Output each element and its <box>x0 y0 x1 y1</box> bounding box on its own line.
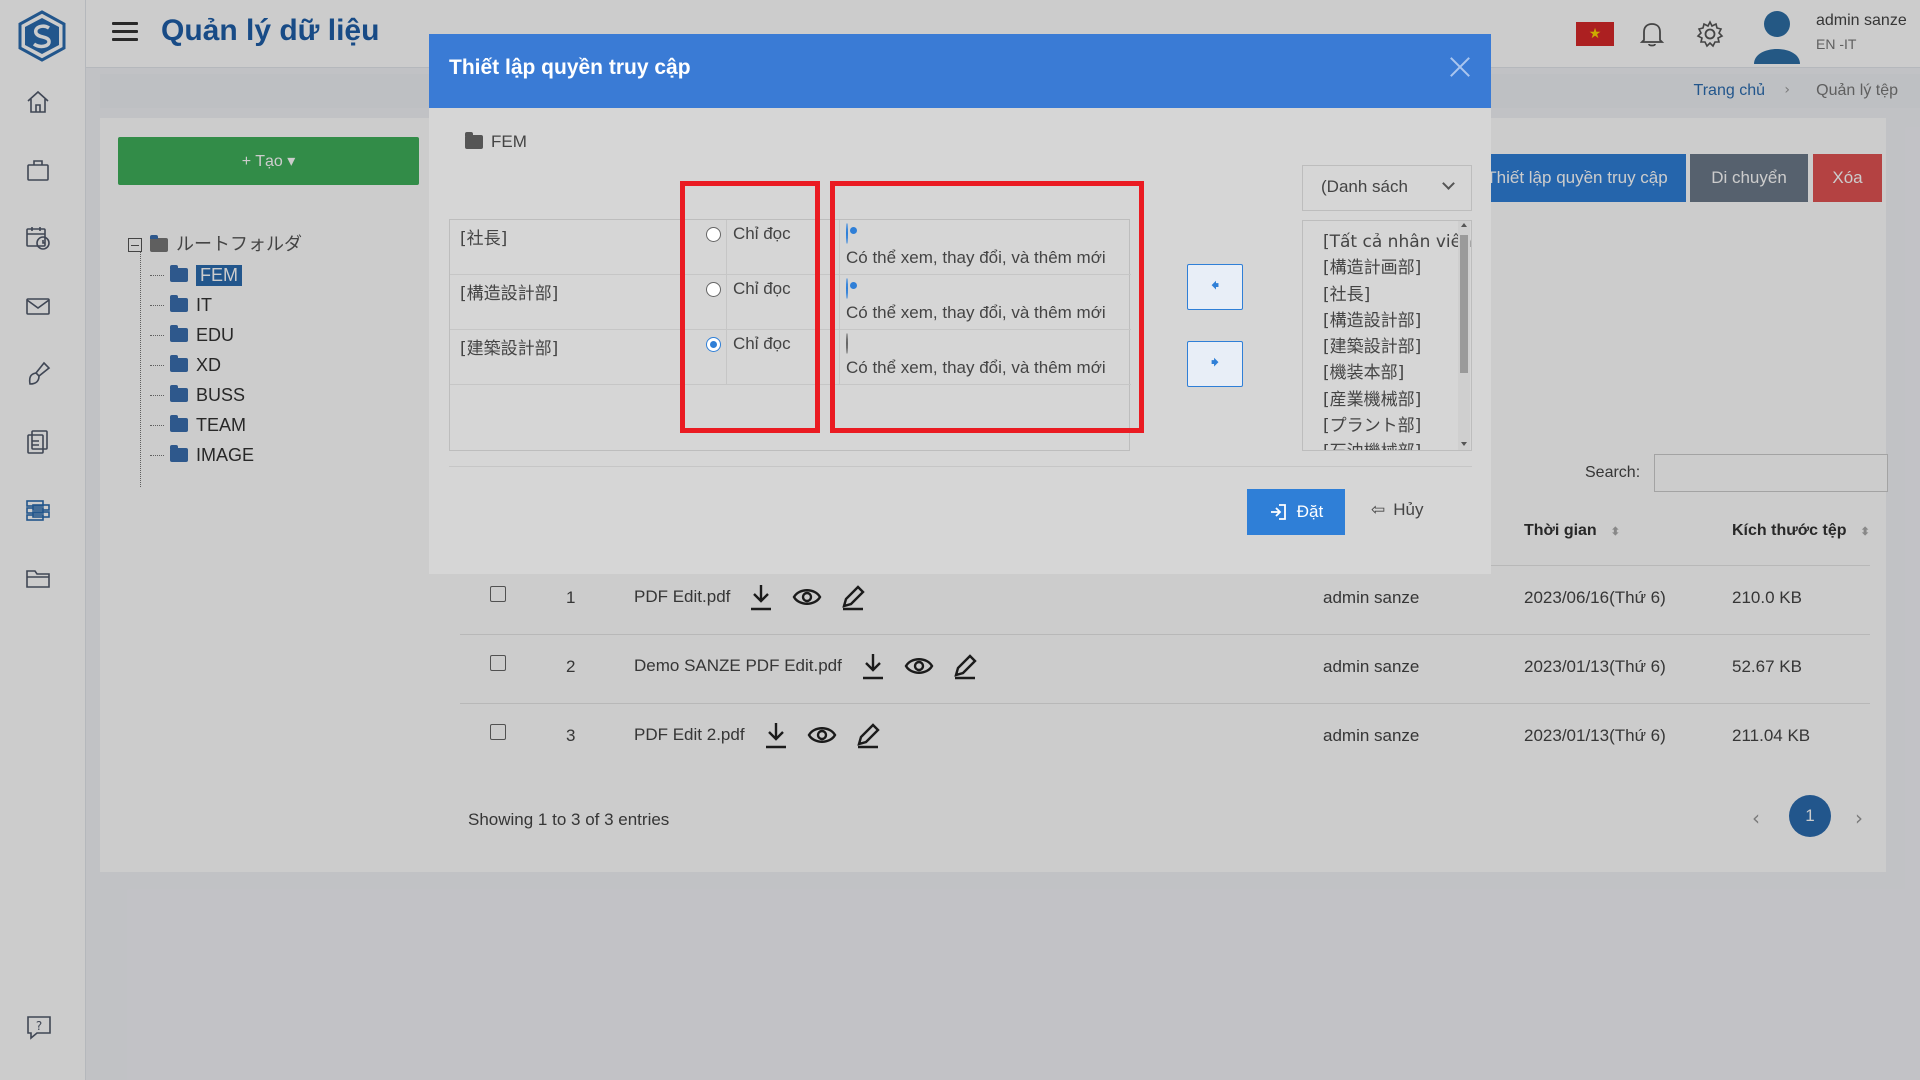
cancel-button[interactable]: ⇦ Hủy <box>1371 500 1423 520</box>
modal-folder-path: FEM <box>465 132 527 152</box>
arrow-right-icon: 🠺 <box>1210 352 1220 373</box>
scroll-down-icon[interactable] <box>1461 442 1467 446</box>
highlight-full-access-column <box>830 181 1144 433</box>
permission-group: [社長] <box>460 229 508 249</box>
arrow-right-button[interactable]: 🠺 <box>1187 341 1243 387</box>
list-type-value: (Danh sách <box>1321 177 1408 196</box>
highlight-read-only-column <box>680 181 820 433</box>
list-type-select[interactable]: (Danh sách <box>1302 165 1472 211</box>
list-item[interactable]: [社長] <box>1323 282 1471 308</box>
list-item[interactable]: [産業機械部] <box>1323 387 1471 413</box>
scroll-thumb[interactable] <box>1460 235 1468 373</box>
back-arrow-icon: ⇦ <box>1371 500 1386 519</box>
listbox-scrollbar[interactable] <box>1458 221 1470 450</box>
arrow-left-button[interactable]: 🠸 <box>1187 264 1243 310</box>
submit-label: Đặt <box>1296 502 1324 521</box>
cancel-label: Hủy <box>1393 500 1424 519</box>
group-listbox[interactable]: [Tất cả nhân viên [構造計画部] [社長] [構造設計部] [… <box>1302 220 1472 451</box>
permission-modal: Thiết lập quyền truy cập FEM [社長] Chỉ đọ… <box>429 34 1491 574</box>
permission-group: [建築設計部] <box>460 339 559 359</box>
list-item[interactable]: [石油機械部] <box>1323 439 1471 450</box>
list-item[interactable]: [機装本部] <box>1323 360 1471 386</box>
modal-divider <box>449 466 1472 467</box>
sign-in-icon <box>1270 504 1286 520</box>
chevron-down-icon <box>1442 177 1455 190</box>
close-icon[interactable] <box>1447 54 1473 80</box>
list-item[interactable]: [構造設計部] <box>1323 308 1471 334</box>
submit-button[interactable]: Đặt <box>1247 489 1345 535</box>
modal-header: Thiết lập quyền truy cập <box>429 34 1491 108</box>
folder-icon <box>465 132 483 149</box>
arrow-left-icon: 🠸 <box>1210 275 1220 296</box>
permission-group: [構造設計部] <box>460 284 559 304</box>
list-item[interactable]: [Tất cả nhân viên <box>1323 229 1471 255</box>
list-item[interactable]: [構造計画部] <box>1323 255 1471 281</box>
modal-title: Thiết lập quyền truy cập <box>449 56 691 79</box>
modal-folder-name: FEM <box>491 132 527 151</box>
list-item[interactable]: [プラント部] <box>1323 413 1471 439</box>
scroll-up-icon[interactable] <box>1461 223 1467 227</box>
list-item[interactable]: [建築設計部] <box>1323 334 1471 360</box>
